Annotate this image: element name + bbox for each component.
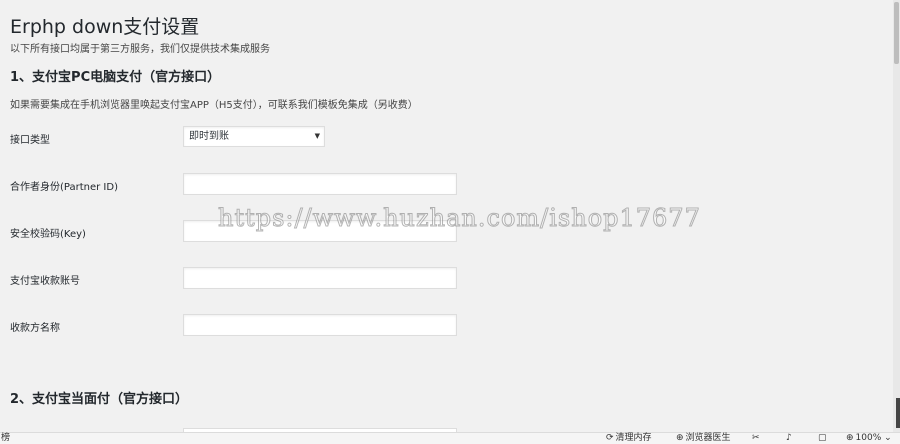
alipay-account-input[interactable]	[183, 267, 457, 289]
payee-name-input[interactable]	[183, 314, 457, 336]
section-title-alipay-pc: 1、支付宝PC电脑支付（官方接口）	[10, 70, 221, 85]
label-alipay-account: 支付宝收款账号	[10, 276, 80, 287]
label-interface-type: 接口类型	[10, 135, 50, 146]
viewport: Erphp down支付设置 以下所有接口均属于第三方服务，我们仅提供技术集成服…	[0, 0, 900, 444]
vertical-scrollbar[interactable]	[893, 0, 900, 432]
security-key-input[interactable]	[183, 220, 457, 242]
page-subtitle: 以下所有接口均属于第三方服务，我们仅提供技术集成服务	[10, 44, 270, 55]
select-value: 即时到账	[189, 131, 229, 142]
browser-doctor-label: 浏览器医生	[685, 433, 731, 443]
zoom-level: 100%	[855, 433, 882, 443]
browser-doctor-button[interactable]: ⊕ 浏览器医生	[676, 433, 731, 444]
zoom-icon: ⊕	[846, 433, 854, 443]
settings-page: Erphp down支付设置 以下所有接口均属于第三方服务，我们仅提供技术集成服…	[0, 0, 893, 432]
window-icon[interactable]: ▢	[818, 433, 827, 444]
section-title-alipay-f2f: 2、支付宝当面付（官方接口）	[10, 392, 189, 407]
chevron-down-icon: ⌄	[881, 433, 892, 443]
zoom-button[interactable]: ⊕ 100% ⌄	[846, 433, 892, 444]
refresh-icon: ⟳	[606, 433, 614, 443]
partner-id-input[interactable]	[183, 173, 457, 195]
label-payee-name: 收款方名称	[10, 323, 60, 334]
scrollbar-thumb[interactable]	[894, 2, 899, 64]
screenshot-icon[interactable]: ✂	[752, 433, 760, 444]
section-description: 如果需要集成在手机浏览器里唤起支付宝APP（H5支付），可联系我们模板免集成（另…	[10, 100, 418, 111]
side-feedback-tab[interactable]	[896, 398, 900, 428]
doctor-icon: ⊕	[676, 433, 684, 443]
interface-type-select[interactable]: 即时到账 ▼	[183, 126, 325, 147]
clean-memory-label: 清理内存	[615, 433, 652, 443]
page-title: Erphp down支付设置	[10, 16, 200, 38]
dropdown-arrow-icon: ▼	[314, 132, 320, 140]
label-partner-id: 合作者身份(Partner ID)	[10, 182, 118, 193]
status-left-text: 榜	[1, 433, 11, 443]
clean-memory-button[interactable]: ⟳ 清理内存	[606, 433, 652, 444]
speaker-icon[interactable]: ♪	[786, 433, 792, 444]
browser-status-bar: 榜 ⟳ 清理内存 ⊕ 浏览器医生 ✂ ♪ ▢ ⊕ 100% ⌄	[0, 432, 900, 444]
label-security-key: 安全校验码(Key)	[10, 229, 86, 240]
